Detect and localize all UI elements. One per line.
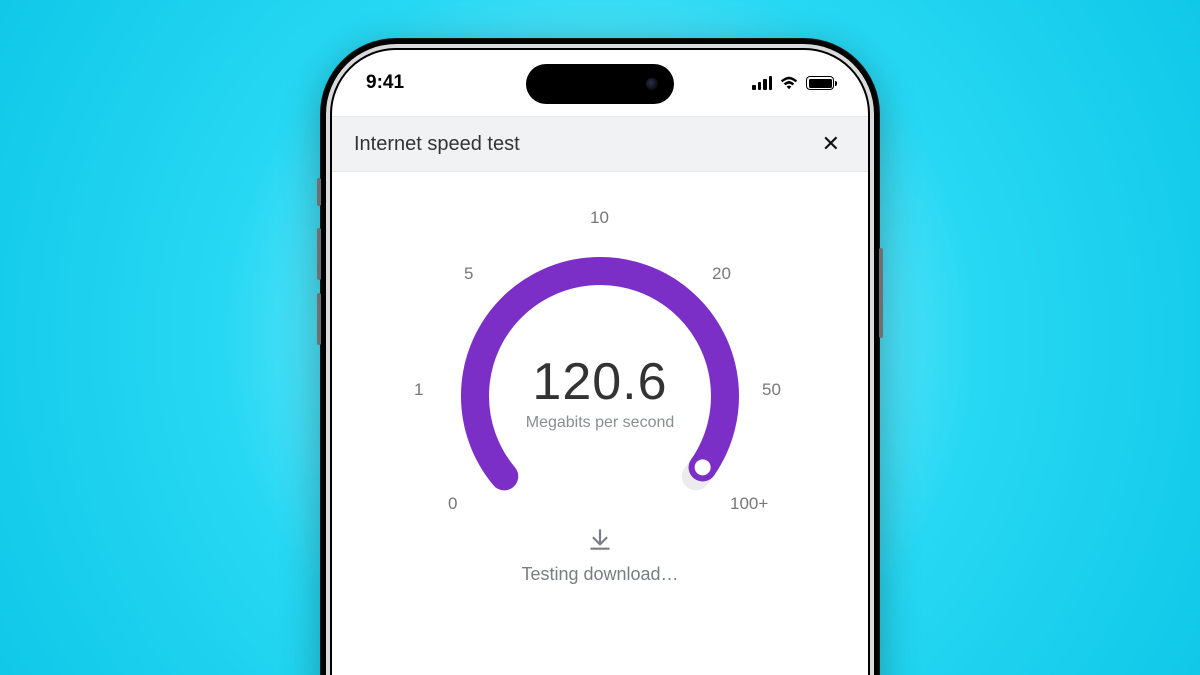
speed-unit: Megabits per second bbox=[332, 414, 868, 432]
front-camera-icon bbox=[646, 78, 658, 90]
gauge-tick-20: 20 bbox=[712, 264, 731, 284]
gauge-tick-100: 100+ bbox=[730, 494, 768, 514]
cellular-signal-icon bbox=[752, 76, 772, 90]
battery-icon bbox=[806, 76, 834, 90]
gauge-tick-0: 0 bbox=[448, 494, 457, 514]
download-icon bbox=[587, 527, 613, 558]
gauge-tick-10: 10 bbox=[590, 208, 609, 228]
gauge-status: Testing download… bbox=[332, 564, 868, 585]
dynamic-island bbox=[526, 64, 674, 104]
phone-frame: 9:41 bbox=[320, 38, 880, 675]
power-button[interactable] bbox=[879, 248, 883, 338]
volume-down-button[interactable] bbox=[317, 293, 321, 345]
page-title: Internet speed test bbox=[354, 133, 520, 156]
page-header: Internet speed test ✕ bbox=[332, 116, 868, 172]
status-time: 9:41 bbox=[366, 72, 404, 94]
app-background: 9:41 bbox=[0, 0, 1200, 675]
gauge-tick-5: 5 bbox=[464, 264, 473, 284]
speed-value: 120.6 bbox=[332, 352, 868, 412]
close-button[interactable]: ✕ bbox=[816, 127, 846, 161]
mute-switch[interactable] bbox=[317, 178, 321, 206]
wifi-icon bbox=[779, 76, 799, 90]
phone-screen: 9:41 bbox=[330, 48, 870, 675]
volume-up-button[interactable] bbox=[317, 228, 321, 280]
speed-gauge: 0 1 5 10 20 50 100+ 120.6 Megabits per s… bbox=[332, 172, 868, 624]
